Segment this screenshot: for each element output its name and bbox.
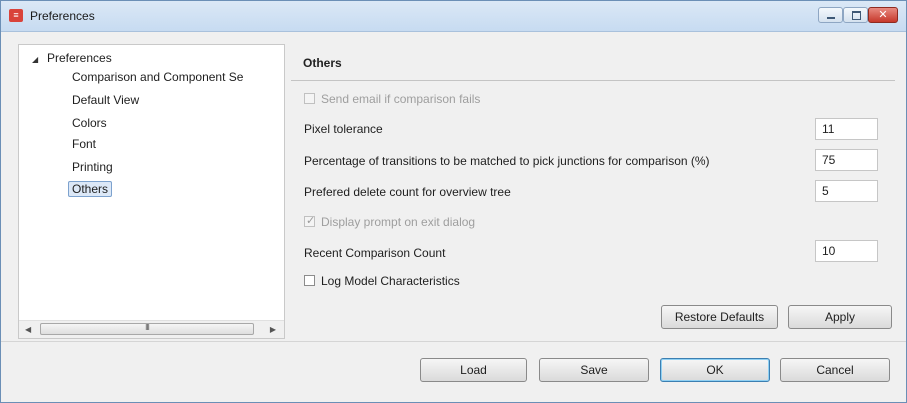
tree-item-label: Others xyxy=(68,181,113,197)
pixel-tolerance-input[interactable] xyxy=(815,118,878,140)
page-title: Others xyxy=(303,56,342,70)
tree-item-label: Printing xyxy=(72,160,113,174)
tree-item-label: Default View xyxy=(72,93,140,107)
send-email-label: Send email if comparison fails xyxy=(321,92,481,106)
restore-defaults-button[interactable]: Restore Defaults xyxy=(661,305,778,329)
app-icon: ≡ xyxy=(9,9,23,22)
display-prompt-checkbox: ✓ xyxy=(304,215,316,227)
transitions-input[interactable] xyxy=(815,149,878,171)
display-prompt-label: Display prompt on exit dialog xyxy=(321,215,476,229)
maximize-button[interactable] xyxy=(843,7,868,23)
close-button[interactable]: ✕ xyxy=(868,7,898,23)
collapse-triangle-icon[interactable]: ◢ xyxy=(32,55,38,64)
footer-divider xyxy=(1,341,906,342)
apply-button[interactable]: Apply xyxy=(788,305,892,329)
horizontal-scrollbar[interactable]: ◀ III ▶ xyxy=(19,320,284,338)
tree-content: ◢ Preferences Comparison and Component S… xyxy=(19,45,284,320)
recent-count-label: Recent Comparison Count xyxy=(304,246,446,260)
scroll-right-arrow-icon[interactable]: ▶ xyxy=(270,325,276,334)
log-model-label[interactable]: Log Model Characteristics xyxy=(321,274,460,288)
tree-item-others[interactable]: Others xyxy=(68,181,113,197)
tree-item-default-view[interactable]: Default View xyxy=(72,93,139,107)
load-button[interactable]: Load xyxy=(420,358,527,382)
cancel-button[interactable]: Cancel xyxy=(780,358,890,382)
others-settings-panel: Others Send email if comparison fails Pi… xyxy=(291,44,895,341)
ok-button[interactable]: OK xyxy=(660,358,770,382)
title-bar[interactable]: ≡ Preferences ✕ xyxy=(1,1,906,32)
window-title: Preferences xyxy=(30,9,95,23)
minimize-button[interactable] xyxy=(818,7,843,23)
tree-item-label: Colors xyxy=(72,116,107,130)
preferences-tree[interactable]: ◢ Preferences Comparison and Component S… xyxy=(18,44,285,339)
tree-item-label: Font xyxy=(72,137,97,151)
tree-root-preferences[interactable]: Preferences xyxy=(47,51,112,65)
recent-count-input[interactable] xyxy=(815,240,878,262)
scroll-left-arrow-icon[interactable]: ◀ xyxy=(25,325,31,334)
scroll-grip-icon: III xyxy=(145,323,150,332)
delete-count-input[interactable] xyxy=(815,180,878,202)
close-icon: ✕ xyxy=(878,9,888,21)
tree-item-label: Comparison and Component Se xyxy=(72,70,244,84)
preferences-window: ≡ Preferences ✕ ◢ Preferences Comparison… xyxy=(0,0,907,403)
tree-item-printing[interactable]: Printing xyxy=(72,160,113,174)
send-email-checkbox xyxy=(304,93,315,104)
tree-root-label: Preferences xyxy=(47,51,112,65)
tree-item-colors[interactable]: Colors xyxy=(72,116,107,130)
tree-item-comparison[interactable]: Comparison and Component Se xyxy=(72,70,243,84)
transitions-label: Percentage of transitions to be matched … xyxy=(304,154,710,168)
save-button[interactable]: Save xyxy=(539,358,649,382)
title-divider xyxy=(291,80,895,81)
check-mark-icon: ✓ xyxy=(306,215,316,227)
scrollbar-thumb[interactable]: III xyxy=(40,323,254,335)
delete-count-label: Prefered delete count for overview tree xyxy=(304,185,511,199)
log-model-checkbox[interactable] xyxy=(304,275,315,286)
tree-item-font[interactable]: Font xyxy=(72,137,96,151)
pixel-tolerance-label: Pixel tolerance xyxy=(304,122,383,136)
